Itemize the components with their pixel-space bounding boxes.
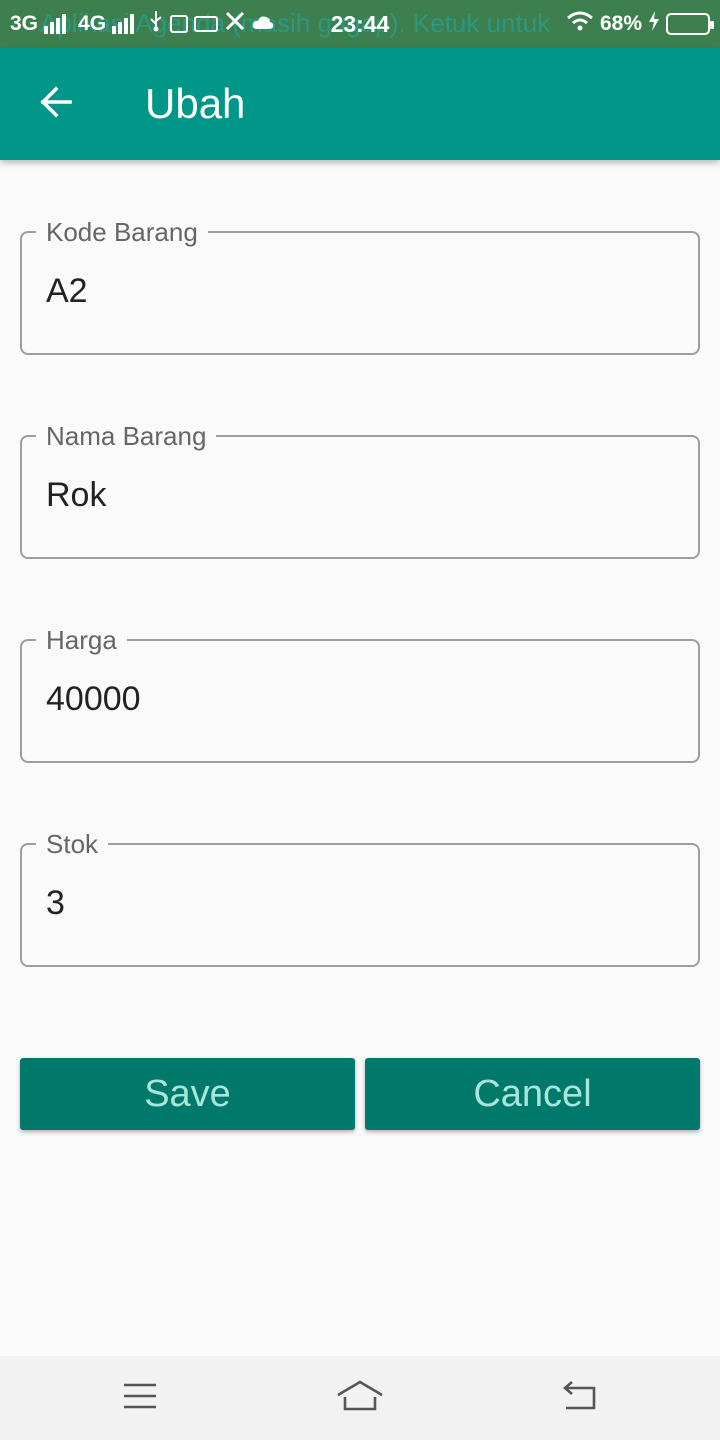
nama-barang-input[interactable] xyxy=(46,437,676,553)
battery-percent: 68% xyxy=(599,12,642,35)
cancel-button[interactable]: Cancel xyxy=(365,1058,700,1130)
home-icon xyxy=(335,1379,385,1418)
nav-back-button[interactable] xyxy=(540,1372,620,1424)
back-icon xyxy=(560,1380,600,1417)
harga-input[interactable] xyxy=(46,641,676,757)
app-bar: Ubah xyxy=(0,48,720,160)
back-button[interactable] xyxy=(26,76,86,132)
nav-home-button[interactable] xyxy=(320,1372,400,1424)
battery-icon xyxy=(666,13,714,35)
page-title: Ubah xyxy=(145,80,246,127)
menu-icon xyxy=(122,1382,158,1415)
stok-input[interactable] xyxy=(46,845,676,961)
harga-field: Harga xyxy=(20,623,700,763)
status-right-group: 68% xyxy=(566,0,714,48)
save-button[interactable]: Save xyxy=(20,1058,355,1130)
system-nav-bar xyxy=(0,1356,720,1440)
status-bar: Aplikasi Agenda (masih gagap). Ketuk unt… xyxy=(0,0,720,48)
stok-field: Stok xyxy=(20,827,700,967)
kode-barang-input[interactable] xyxy=(46,233,676,349)
nav-menu-button[interactable] xyxy=(100,1372,180,1424)
nama-barang-field: Nama Barang xyxy=(20,419,700,559)
wifi-icon xyxy=(566,11,594,37)
charging-icon xyxy=(648,11,660,37)
kode-barang-field: Kode Barang xyxy=(20,215,700,355)
arrow-left-icon xyxy=(38,84,74,125)
